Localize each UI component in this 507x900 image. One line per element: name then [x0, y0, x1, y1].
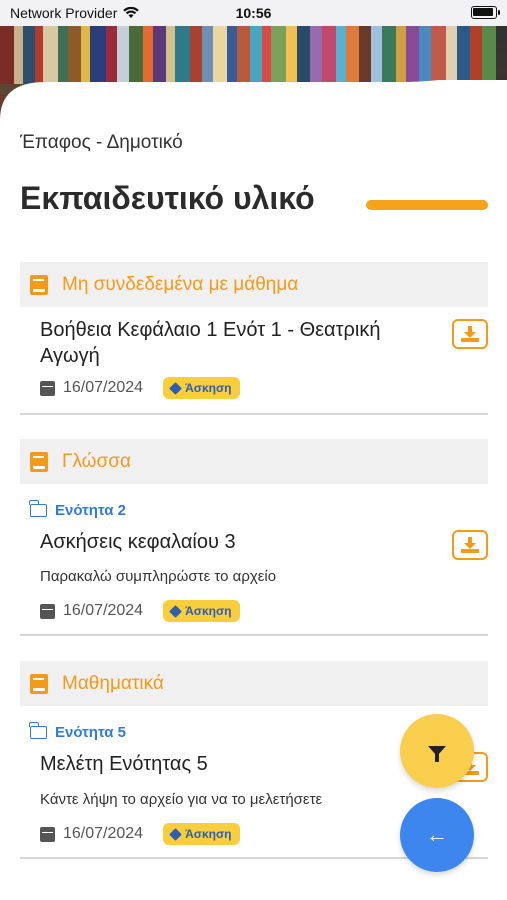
arrow-left-icon: ←: [426, 822, 448, 847]
status-time: 10:56: [235, 5, 272, 21]
material-title: Ασκήσεις κεφαλαίου 3: [40, 531, 236, 553]
section-unlinked: Μη συνδεδεμένα με μάθημα Βοήθεια Κεφάλαι…: [20, 262, 488, 415]
material-item[interactable]: Βοήθεια Κεφάλαιο 1 Ενότ 1 - Θεατρική Αγω…: [20, 307, 488, 415]
bookshelf-image: [0, 22, 507, 84]
download-icon: [461, 326, 479, 342]
section-title: Μαθηματικά: [62, 672, 164, 694]
material-date: 16/07/2024: [63, 825, 144, 842]
material-date: 16/07/2024: [63, 379, 144, 396]
section-language: Γλώσσα Ενότητα 2 Ασκήσεις κεφαλαίου 3 Πα…: [20, 439, 488, 636]
section-header[interactable]: Γλώσσα: [20, 439, 488, 484]
tag-icon: [169, 827, 182, 841]
material-title: Βοήθεια Κεφάλαιο 1 Ενότ 1 - Θεατρική Αγω…: [40, 319, 381, 367]
folder-icon: [29, 500, 47, 517]
section-header[interactable]: Μη συνδεδεμένα με μάθημα: [20, 262, 488, 307]
material-item[interactable]: Ενότητα 2 Ασκήσεις κεφαλαίου 3 Παρακαλώ …: [20, 484, 488, 636]
unit-link[interactable]: Ενότητα 5: [29, 722, 126, 741]
unit-label: Ενότητα 2: [55, 502, 126, 519]
section-title: Γλώσσα: [62, 450, 131, 472]
type-badge: Άσκηση: [163, 600, 240, 622]
material-description: Κάντε λήψη το αρχείο για να το μελετήσετ…: [40, 791, 323, 808]
battery-icon: [471, 6, 500, 19]
section-header[interactable]: Μαθηματικά: [20, 661, 488, 706]
calendar-icon: [40, 826, 55, 842]
material-meta: 16/07/2024 Άσκηση: [40, 823, 240, 845]
calendar-icon: [40, 380, 55, 396]
tag-icon: [169, 381, 182, 395]
material-description: Παρακαλώ συμπληρώστε το αρχείο: [40, 568, 277, 585]
download-icon: [461, 537, 479, 553]
badge-label: Άσκηση: [185, 827, 232, 841]
filter-button[interactable]: [400, 714, 474, 788]
type-badge: Άσκηση: [163, 823, 240, 845]
badge-label: Άσκηση: [185, 604, 232, 618]
filter-icon: [428, 746, 446, 762]
material-meta: 16/07/2024 Άσκηση: [40, 600, 240, 622]
carrier-label: Network Provider: [10, 5, 118, 21]
book-icon: [30, 673, 48, 694]
book-icon: [30, 451, 48, 472]
folder-icon: [29, 722, 47, 739]
title-underline-bar: [366, 200, 488, 210]
unit-link[interactable]: Ενότητα 2: [29, 500, 126, 519]
back-button[interactable]: ←: [400, 798, 474, 872]
breadcrumb: Έπαφος - Δημοτικό: [20, 132, 183, 153]
page-title: Εκπαιδευτικό υλικό: [20, 180, 315, 216]
wifi-icon: [123, 7, 140, 18]
unit-label: Ενότητα 5: [55, 724, 126, 741]
section-title: Μη συνδεδεμένα με μάθημα: [62, 273, 299, 295]
material-meta: 16/07/2024 Άσκηση: [40, 377, 240, 399]
book-icon: [30, 274, 48, 295]
badge-label: Άσκηση: [185, 381, 232, 395]
status-bar: Network Provider 10:56: [0, 0, 507, 26]
tag-icon: [169, 604, 182, 618]
download-button[interactable]: [452, 530, 488, 560]
download-button[interactable]: [452, 319, 488, 349]
material-title: Μελέτη Ενότητας 5: [40, 753, 208, 775]
material-date: 16/07/2024: [63, 602, 144, 619]
type-badge: Άσκηση: [163, 377, 240, 399]
calendar-icon: [40, 603, 55, 619]
